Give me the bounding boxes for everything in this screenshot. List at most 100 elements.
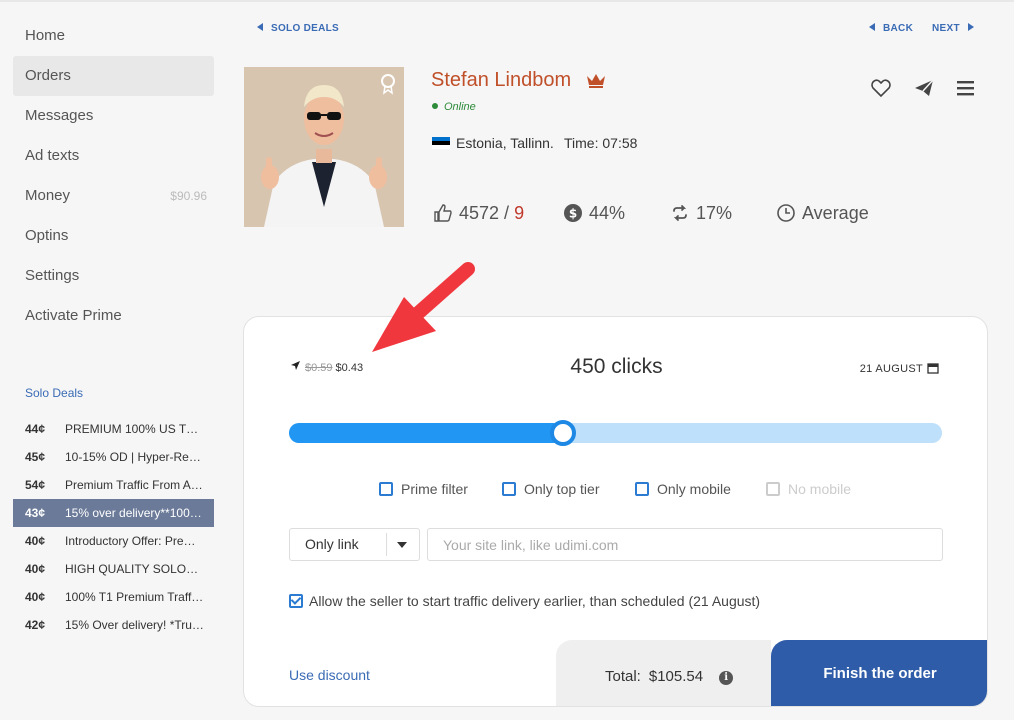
- deal-item[interactable]: 54¢ Premium Traffic From A…: [13, 471, 214, 499]
- deal-price: 40¢: [25, 534, 46, 548]
- use-discount-link[interactable]: Use discount: [289, 667, 370, 683]
- deal-item[interactable]: 44¢ PREMIUM 100% US T…: [13, 415, 214, 443]
- sidebar: Home Orders Messages Ad texts Money $90.9…: [0, 16, 228, 336]
- chevron-right-icon: [967, 23, 974, 31]
- date-picker[interactable]: 21 AUGUST: [860, 362, 939, 375]
- sidebar-item-label: Money: [25, 187, 71, 204]
- calendar-icon: [927, 363, 939, 374]
- top-border: [0, 0, 1014, 2]
- deal-price: 43¢: [25, 506, 46, 520]
- repeat-icon: [673, 205, 687, 221]
- total-panel: Total: $105.54 i: [556, 640, 771, 706]
- online-status-label: Online: [444, 101, 476, 113]
- sidebar-item-label: Optins: [25, 227, 69, 244]
- slider-handle[interactable]: [550, 420, 577, 446]
- next-link-label: NEXT: [932, 23, 960, 34]
- checkbox-box: [502, 482, 516, 496]
- deal-item[interactable]: 40¢ 100% T1 Premium Traff…: [13, 583, 214, 611]
- total-label: Total:: [605, 668, 641, 685]
- sales-percent: 44%: [589, 203, 626, 223]
- deal-name: PREMIUM 100% US T…: [65, 422, 199, 436]
- heart-icon[interactable]: [870, 77, 892, 99]
- deal-item[interactable]: 45¢ 10-15% OD | Hyper-Re…: [13, 443, 214, 471]
- deal-item[interactable]: 40¢ Introductory Offer: Pre…: [13, 527, 214, 555]
- solo-deals-list: 44¢ PREMIUM 100% US T… 45¢ 10-15% OD | Hyp…: [13, 415, 214, 639]
- clock-icon: [777, 204, 795, 222]
- deal-item-active[interactable]: 43¢ 15% over delivery**100…: [13, 499, 214, 527]
- allow-early-delivery-label: Allow the seller to start traffic delive…: [309, 593, 761, 609]
- only-mobile-checkbox[interactable]: Only mobile: [635, 481, 731, 499]
- sidebar-item-ad-texts[interactable]: Ad texts: [13, 136, 214, 176]
- repeat-stat: 17%: [670, 201, 732, 225]
- order-card: $0.59 $0.43 450 clicks 21 AUGUST Prime fi…: [243, 316, 988, 707]
- deal-name: 15% Over delivery! *Tru…: [65, 618, 204, 632]
- sidebar-item-label: Home: [25, 27, 66, 44]
- prime-filter-checkbox[interactable]: Prime filter: [379, 481, 468, 499]
- allow-early-delivery-checkbox[interactable]: Allow the seller to start traffic delive…: [289, 593, 760, 609]
- online-dot-icon: [432, 103, 438, 109]
- speed-label: Average: [802, 203, 869, 223]
- caret-down-icon: [397, 542, 407, 548]
- link-type-value: Only link: [305, 536, 359, 552]
- filter-label: Prime filter: [401, 481, 468, 497]
- sidebar-item-label: Ad texts: [25, 147, 80, 164]
- select-divider: [386, 533, 387, 556]
- deal-item[interactable]: 40¢ HIGH QUALITY SOLO…: [13, 555, 214, 583]
- sidebar-item-settings[interactable]: Settings: [13, 256, 214, 296]
- dollar-coin-icon: $: [564, 204, 582, 222]
- repeat-percent: 17%: [696, 203, 733, 223]
- dislikes-count: 9: [514, 203, 525, 223]
- deal-name: 15% over delivery**100…: [65, 506, 202, 520]
- sidebar-item-activate-prime[interactable]: Activate Prime: [13, 296, 214, 336]
- sidebar-item-optins[interactable]: Optins: [13, 216, 214, 256]
- chevron-left-icon: [257, 23, 263, 31]
- only-top-tier-checkbox[interactable]: Only top tier: [502, 481, 599, 499]
- sidebar-item-money[interactable]: Money $90.96: [13, 176, 214, 216]
- back-link[interactable]: BACK: [869, 22, 913, 36]
- solo-deals-heading[interactable]: Solo Deals: [25, 386, 83, 400]
- checkbox-box: [635, 482, 649, 496]
- sidebar-item-label: Messages: [25, 107, 94, 124]
- location-label: Estonia, Tallinn.: [456, 135, 554, 151]
- deal-item[interactable]: 42¢ 15% Over delivery! *Tru…: [13, 611, 214, 639]
- sidebar-item-label: Settings: [25, 267, 80, 284]
- slider-fill: [289, 423, 564, 443]
- sidebar-item-messages[interactable]: Messages: [13, 96, 214, 136]
- chevron-left-icon: [869, 23, 875, 31]
- finish-order-button[interactable]: Finish the order: [771, 640, 987, 706]
- likes-count: 4572: [459, 203, 500, 223]
- deal-name: Introductory Offer: Pre…: [65, 534, 196, 548]
- deal-price: 40¢: [25, 562, 46, 576]
- speed-stat: Average: [776, 201, 869, 225]
- deal-price: 40¢: [25, 590, 46, 604]
- solo-deals-link[interactable]: SOLO DEALS: [257, 22, 339, 36]
- checkbox-box: [766, 482, 780, 496]
- info-icon[interactable]: i: [719, 671, 734, 685]
- next-link[interactable]: NEXT: [932, 22, 974, 36]
- deal-name: 10-15% OD | Hyper-Re…: [65, 450, 201, 464]
- sidebar-item-home[interactable]: Home: [13, 16, 214, 56]
- deal-price: 45¢: [25, 450, 46, 464]
- seller-name[interactable]: Stefan Lindbom: [431, 69, 571, 92]
- seller-location: Estonia, Tallinn.: [432, 135, 554, 151]
- sidebar-item-orders[interactable]: Orders: [13, 56, 214, 96]
- solo-deals-link-label: SOLO DEALS: [271, 23, 340, 34]
- site-link-input[interactable]: [427, 528, 943, 561]
- send-message-icon[interactable]: [913, 77, 935, 99]
- money-balance: $90.96: [170, 189, 207, 203]
- crown-icon: [587, 74, 605, 88]
- menu-icon[interactable]: [955, 77, 977, 99]
- sidebar-item-label: Orders: [25, 67, 71, 84]
- svg-text:$: $: [569, 207, 577, 221]
- link-type-select[interactable]: Only link: [289, 528, 420, 561]
- sidebar-item-label: Activate Prime: [25, 307, 122, 324]
- seller-avatar: [244, 67, 404, 227]
- clicks-slider[interactable]: [289, 420, 942, 446]
- checkbox-checked: [289, 594, 303, 608]
- deal-name: HIGH QUALITY SOLO…: [65, 562, 199, 576]
- filter-label: Only mobile: [657, 481, 731, 497]
- seller-time: Time: 07:58: [564, 135, 638, 151]
- order-total: Total: $105.54 i: [605, 668, 734, 685]
- filter-label: Only top tier: [524, 481, 600, 497]
- back-link-label: BACK: [883, 23, 914, 34]
